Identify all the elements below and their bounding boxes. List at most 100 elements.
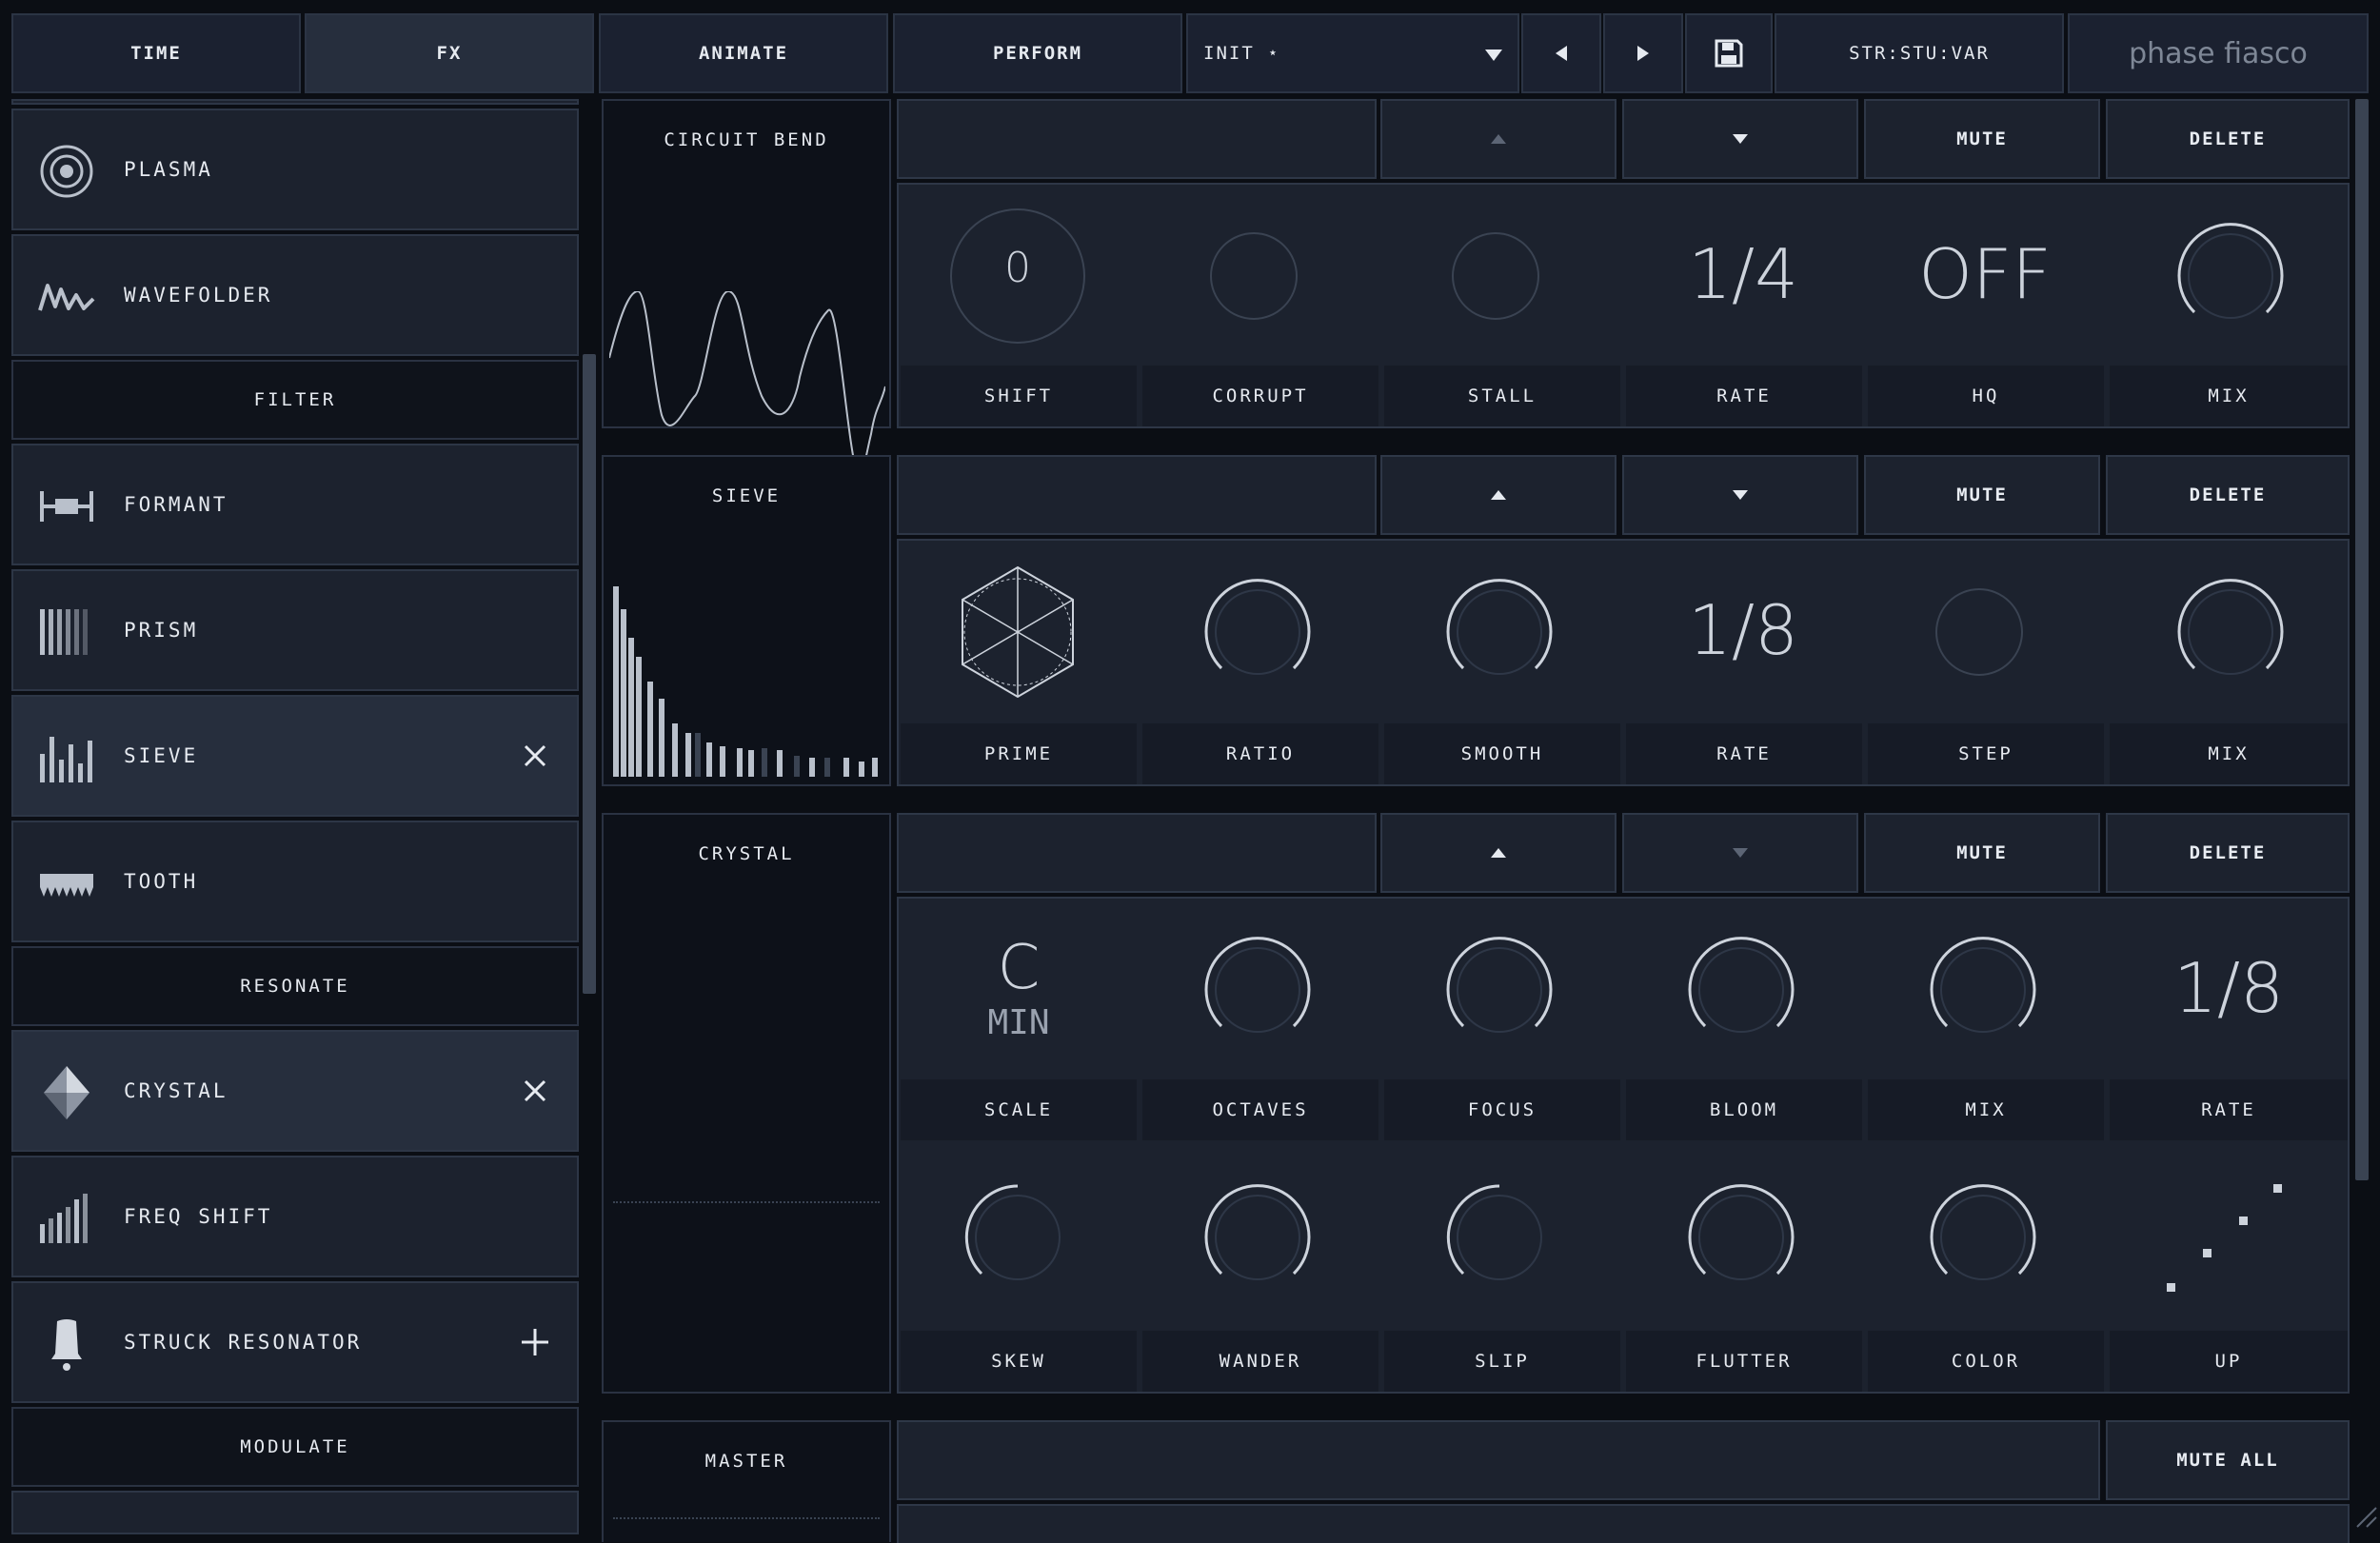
mute-all-button[interactable]: MUTE ALL xyxy=(2106,1420,2350,1500)
sidebar-item-struck-resonator[interactable]: STRUCK RESONATOR xyxy=(11,1281,579,1403)
ratio-knob[interactable] xyxy=(1202,577,1313,687)
sieve-move-up-button[interactable] xyxy=(1380,455,1616,535)
tab-time[interactable]: TIME xyxy=(11,13,301,93)
mix-knob[interactable] xyxy=(2175,577,2286,687)
slip-knob[interactable] xyxy=(1444,1182,1555,1293)
mix-knob[interactable] xyxy=(2175,221,2286,331)
sidebar-item-partial xyxy=(11,1491,579,1534)
scale-note-value[interactable]: C xyxy=(901,933,1137,1003)
sidebar-item-sieve[interactable]: SIEVE xyxy=(11,695,579,817)
bell-icon xyxy=(51,1319,82,1371)
circuit-bend-delete-button[interactable]: DELETE xyxy=(2106,99,2350,179)
bloom-knob[interactable] xyxy=(1686,935,1796,1045)
mix-knob[interactable] xyxy=(1928,935,2038,1045)
tab-perform[interactable]: PERFORM xyxy=(893,13,1182,93)
mix-label: MIX xyxy=(2110,723,2348,784)
circuit-bend-controls: 0 1/4 OFF SHIFT CORRUPT STALL RATE HQ MI… xyxy=(897,183,2350,428)
scale-mode-value[interactable]: MIN xyxy=(901,1003,1137,1042)
bloom-label: BLOOM xyxy=(1626,1079,1862,1140)
caret-down-icon xyxy=(1733,848,1748,858)
circuit-bend-move-up-button[interactable] xyxy=(1380,99,1616,179)
prev-preset-button[interactable] xyxy=(1521,13,1601,93)
step-knob[interactable] xyxy=(1934,586,2025,678)
tooth-icon xyxy=(40,874,93,897)
rate-value[interactable]: 1/8 xyxy=(2110,948,2348,1028)
step-label: STEP xyxy=(1868,723,2104,784)
corrupt-knob[interactable] xyxy=(1208,230,1299,322)
sidebar-header-filter: FILTER xyxy=(11,360,579,440)
ratio-label: RATIO xyxy=(1142,723,1378,784)
tab-animate[interactable]: ANIMATE xyxy=(599,13,888,93)
sieve-bars-icon xyxy=(40,737,92,782)
crystal-move-down-button[interactable] xyxy=(1622,813,1858,893)
sidebar-item-plasma[interactable]: PLASMA xyxy=(11,109,579,230)
shift-label: SHIFT xyxy=(901,366,1137,426)
prism-bars-icon xyxy=(40,609,88,655)
rate-value[interactable]: 1/8 xyxy=(1624,590,1862,670)
sidebar-scrollbar[interactable] xyxy=(583,354,596,994)
crystal-delete-button[interactable]: DELETE xyxy=(2106,813,2350,893)
sidebar-item-wavefolder[interactable]: WAVEFOLDER xyxy=(11,234,579,356)
up-label: UP xyxy=(2110,1331,2348,1392)
sieve-title: SIEVE xyxy=(711,485,782,506)
brand-logo: phase fiasco xyxy=(2068,13,2369,93)
sieve-controls: 1/8 PRIME RATIO SMOOTH RATE STEP MIX xyxy=(897,539,2350,786)
rate-value[interactable]: 1/4 xyxy=(1624,234,1862,314)
shift-value: 0 xyxy=(1004,244,1031,292)
corrupt-label: CORRUPT xyxy=(1142,366,1378,426)
sieve-move-down-button[interactable] xyxy=(1622,455,1858,535)
freq-shift-icon xyxy=(40,1194,88,1243)
close-icon[interactable] xyxy=(514,1070,556,1112)
crystal-name-field[interactable] xyxy=(897,813,1377,893)
wander-knob[interactable] xyxy=(1202,1182,1313,1293)
main-scrollbar[interactable] xyxy=(2355,99,2369,1180)
crystal-flat-line xyxy=(613,1201,880,1203)
caret-down-icon xyxy=(1485,49,1502,61)
color-label: COLOR xyxy=(1868,1331,2104,1392)
master-name-field[interactable] xyxy=(897,1420,2100,1500)
focus-knob[interactable] xyxy=(1444,935,1555,1045)
sieve-name-field[interactable] xyxy=(897,455,1377,535)
skew-knob[interactable] xyxy=(962,1182,1073,1293)
master-preview: MASTER xyxy=(602,1420,891,1542)
mix-label: MIX xyxy=(1868,1079,2104,1140)
octaves-knob[interactable] xyxy=(1202,935,1313,1045)
plus-icon[interactable] xyxy=(514,1321,556,1363)
sidebar-item-crystal[interactable]: CRYSTAL xyxy=(11,1030,579,1152)
circuit-bend-mute-button[interactable]: MUTE xyxy=(1864,99,2100,179)
master-title: MASTER xyxy=(704,1451,788,1472)
up-direction-icon[interactable] xyxy=(2161,1180,2285,1295)
sieve-delete-button[interactable]: DELETE xyxy=(2106,455,2350,535)
stall-label: STALL xyxy=(1384,366,1620,426)
stall-knob[interactable] xyxy=(1450,230,1541,322)
master-controls xyxy=(897,1504,2350,1543)
color-knob[interactable] xyxy=(1928,1182,2038,1293)
close-icon[interactable] xyxy=(514,735,556,777)
sidebar-item-tooth[interactable]: TOOTH xyxy=(11,821,579,942)
rate-label: RATE xyxy=(2110,1079,2348,1140)
state-readout[interactable]: STR:STU:VAR xyxy=(1775,13,2064,93)
next-preset-button[interactable] xyxy=(1603,13,1683,93)
sidebar-item-freq-shift[interactable]: FREQ SHIFT xyxy=(11,1156,579,1277)
save-button[interactable] xyxy=(1685,13,1773,93)
crystal-move-up-button[interactable] xyxy=(1380,813,1616,893)
crystal-mute-button[interactable]: MUTE xyxy=(1864,813,2100,893)
flutter-knob[interactable] xyxy=(1686,1182,1796,1293)
circuit-bend-name-field[interactable] xyxy=(897,99,1377,179)
hq-toggle[interactable]: OFF xyxy=(1866,234,2104,314)
caret-up-icon xyxy=(1491,490,1506,500)
sieve-mute-button[interactable]: MUTE xyxy=(1864,455,2100,535)
caret-down-icon xyxy=(1733,134,1748,144)
resize-handle-icon[interactable] xyxy=(2353,1504,2378,1529)
preset-dropdown[interactable]: INIT ⋆ xyxy=(1186,13,1519,93)
tab-fx[interactable]: FX xyxy=(305,13,594,93)
circuit-bend-move-down-button[interactable] xyxy=(1622,99,1858,179)
sidebar-item-formant[interactable]: FORMANT xyxy=(11,444,579,565)
sidebar-item-prism[interactable]: PRISM xyxy=(11,569,579,691)
slip-label: SLIP xyxy=(1384,1331,1620,1392)
smooth-label: SMOOTH xyxy=(1384,723,1620,784)
prime-hexagon-icon[interactable] xyxy=(957,564,1079,701)
smooth-knob[interactable] xyxy=(1444,577,1555,687)
prime-label: PRIME xyxy=(901,723,1137,784)
sidebar-header-resonate: RESONATE xyxy=(11,946,579,1026)
